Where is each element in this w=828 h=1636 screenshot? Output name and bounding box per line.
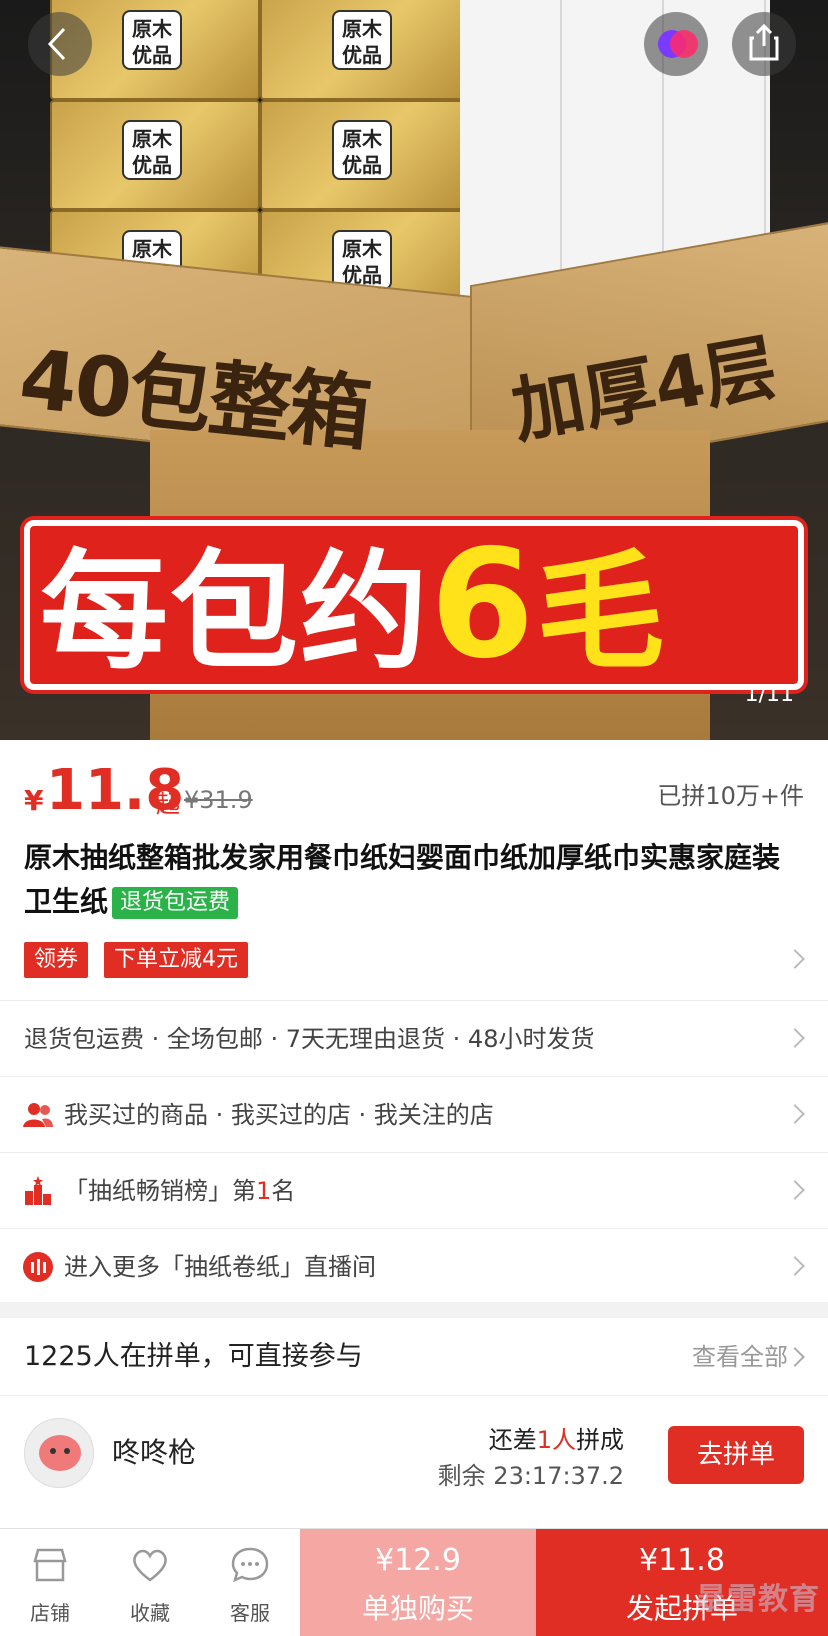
rank-row[interactable]: 「抽纸畅销榜」第1名 xyxy=(0,1152,828,1228)
view-all-link[interactable]: 查看全部 xyxy=(692,1318,788,1396)
group-count-text: 1225人在拼单，可直接参与 xyxy=(24,1341,363,1372)
buy-alone-price: ¥12.9 xyxy=(375,1543,461,1578)
promo-banner-text: 每包约6毛 xyxy=(40,520,666,690)
history-text: 我买过的商品 · 我买过的店 · 我关注的店 xyxy=(64,1101,494,1129)
brand-logo-icon-part xyxy=(670,30,698,58)
chevron-right-icon xyxy=(785,1180,805,1200)
banner-mao: 毛 xyxy=(536,538,667,687)
price-suffix: 起 xyxy=(156,790,180,818)
group-user-name: 咚咚枪 xyxy=(112,1436,197,1469)
customer-service-label: 客服 xyxy=(230,1601,270,1625)
countdown-timer: 剩余 23:17:37.2 xyxy=(437,1462,624,1490)
price-row: ¥ 11.8 起 ¥31.9 已拼10万+件 xyxy=(24,758,804,823)
rank-number: 1 xyxy=(256,1177,272,1205)
service-text: 退货包运费 · 全场包邮 · 7天无理由退货 · 48小时发货 xyxy=(24,1025,595,1053)
chevron-left-icon xyxy=(47,27,66,61)
pack-label: 原木优品 xyxy=(122,120,182,180)
podium-icon xyxy=(25,1176,51,1205)
chat-icon xyxy=(231,1547,269,1583)
coupon-row[interactable]: 领券 下单立减4元 xyxy=(24,942,805,980)
pack-label: 原木优品 xyxy=(332,230,392,290)
people-icon xyxy=(23,1103,53,1127)
history-row[interactable]: 我买过的商品 · 我买过的店 · 我关注的店 xyxy=(0,1076,828,1152)
buy-alone-label: 单独购买 xyxy=(361,1592,474,1625)
product-image-carousel[interactable]: 原木优品 原木优品 原木优品 原木优品 原木优品 原木优品 40包整箱 加厚4层… xyxy=(0,0,828,740)
discount-badge[interactable]: 下单立减4元 xyxy=(104,942,248,978)
brand-menu-button[interactable] xyxy=(644,12,708,76)
chevron-right-icon xyxy=(785,1347,805,1367)
chevron-right-icon xyxy=(785,1028,805,1048)
group-buy-header: 1225人在拼单，可直接参与 查看全部 xyxy=(0,1318,828,1396)
live-row[interactable]: 进入更多「抽纸卷纸」直播间 xyxy=(0,1228,828,1304)
need-prefix: 还差 xyxy=(488,1426,537,1454)
image-pager: 1/11 xyxy=(744,682,794,707)
banner-main-text: 每包约 xyxy=(40,538,431,687)
banner-six: 6 xyxy=(430,518,537,692)
live-text: 进入更多「抽纸卷纸」直播间 xyxy=(64,1253,376,1281)
favorite-button[interactable]: 收藏 xyxy=(100,1529,200,1636)
store-icon xyxy=(33,1548,67,1582)
live-stream-icon xyxy=(23,1252,53,1282)
favorite-label: 收藏 xyxy=(130,1601,170,1625)
pack-label: 原木优品 xyxy=(332,120,392,180)
chevron-right-icon xyxy=(785,949,805,969)
need-suffix: 拼成 xyxy=(576,1426,624,1454)
original-price: ¥31.9 xyxy=(184,786,253,814)
share-icon xyxy=(749,24,779,61)
heart-icon xyxy=(133,1549,167,1582)
back-button[interactable] xyxy=(28,12,92,76)
share-button[interactable] xyxy=(732,12,796,76)
rank-suffix: 名 xyxy=(271,1177,296,1205)
product-title: 原木抽纸整箱批发家用餐巾纸妇婴面巾纸加厚纸巾实惠家庭装卫生纸 退货包运费 xyxy=(24,836,804,924)
sold-count: 已拼10万+件 xyxy=(657,782,804,810)
avatar xyxy=(24,1418,94,1488)
group-list-item: 咚咚枪 还差1人拼成 剩余 23:17:37.2 去拼单 xyxy=(0,1396,828,1514)
store-label: 店铺 xyxy=(30,1601,70,1625)
chevron-right-icon xyxy=(785,1256,805,1276)
pig-avatar-icon xyxy=(39,1435,81,1471)
rank-text: 「抽纸畅销榜」第1名 xyxy=(64,1153,295,1229)
section-divider xyxy=(0,1302,828,1318)
chevron-right-icon xyxy=(785,1104,805,1124)
get-coupon-badge[interactable]: 领券 xyxy=(24,942,89,978)
rank-prefix: 「抽纸畅销榜」第 xyxy=(64,1177,256,1205)
buy-alone-button[interactable]: ¥12.9 单独购买 xyxy=(300,1529,536,1636)
start-group-price: ¥11.8 xyxy=(639,1543,725,1578)
need-count: 1人 xyxy=(536,1426,576,1454)
group-need-text: 还差1人拼成 xyxy=(489,1420,624,1455)
service-row[interactable]: 退货包运费 · 全场包邮 · 7天无理由退货 · 48小时发货 xyxy=(0,1000,828,1076)
join-group-button[interactable]: 去拼单 xyxy=(668,1426,804,1484)
watermark: 暴雷教育 xyxy=(696,1582,820,1617)
store-button[interactable]: 店铺 xyxy=(0,1529,100,1636)
pack-label: 原木优品 xyxy=(122,10,182,70)
customer-service-button[interactable]: 客服 xyxy=(200,1529,300,1636)
return-shipping-tag: 退货包运费 xyxy=(112,887,239,919)
pack-label: 原木优品 xyxy=(332,10,392,70)
currency-symbol: ¥ xyxy=(24,784,44,817)
